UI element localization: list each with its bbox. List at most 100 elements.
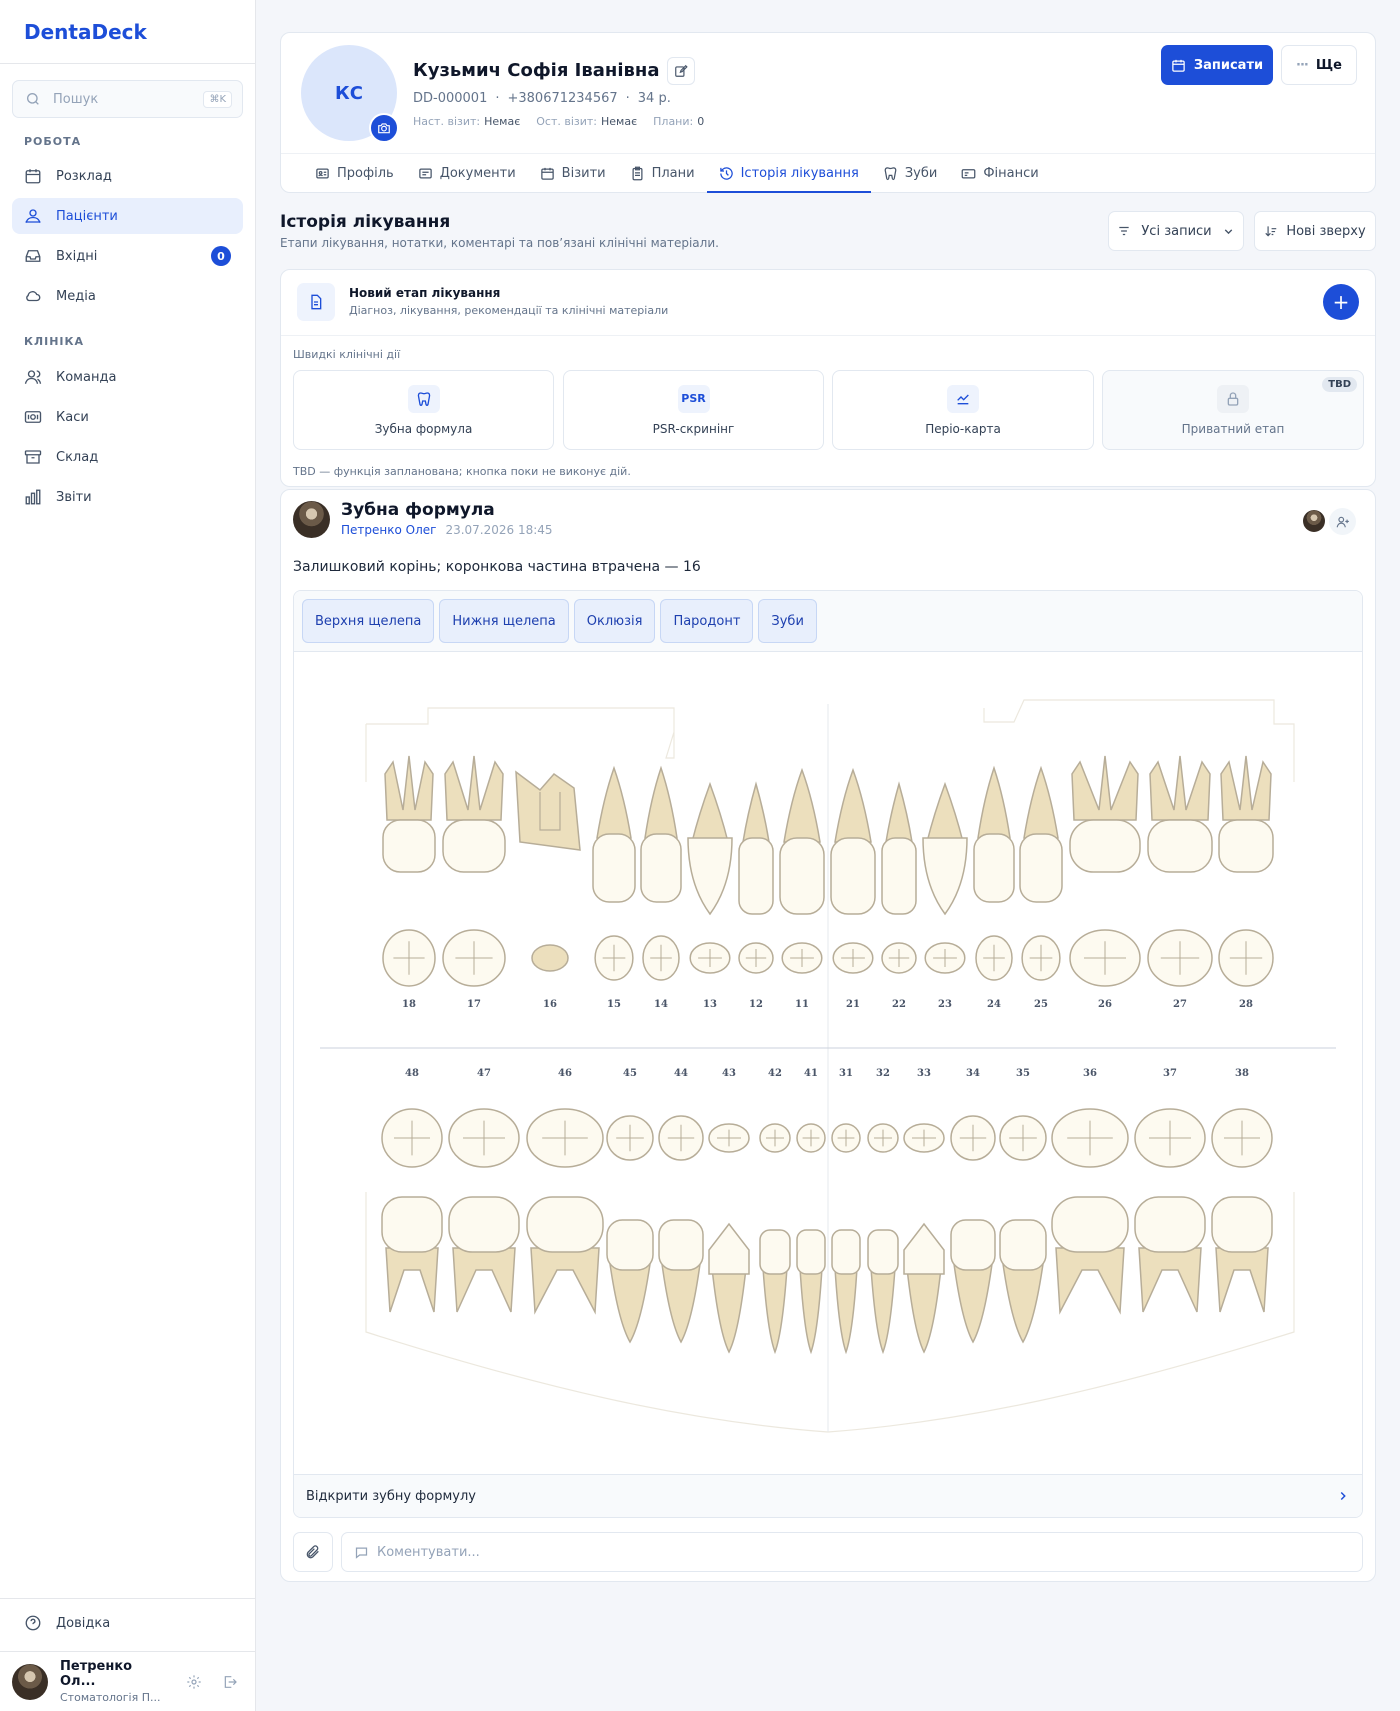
filter-dropdown[interactable]: Усі записи (1108, 211, 1244, 251)
plus-icon: + (1332, 290, 1350, 314)
tooth-icon (407, 384, 440, 413)
tab-treatment-history[interactable]: Історія лікування (706, 154, 872, 193)
tooth-18[interactable]: 18 (382, 755, 436, 1010)
sidebar-item-cash[interactable]: Каси (12, 399, 243, 435)
author-avatar (293, 501, 330, 538)
logout-icon[interactable] (222, 1674, 238, 1690)
book-appointment-button[interactable]: Записати (1161, 45, 1273, 85)
segment-occlusion[interactable]: Оклюзія (573, 599, 656, 643)
quick-action-tooth-chart[interactable]: Зубна формула (293, 370, 554, 450)
entry-datetime: 23.07.2026 18:45 (445, 523, 553, 537)
tooth-33[interactable]: 33 (903, 1068, 945, 1354)
quick-action-psr[interactable]: PSR PSR-скринінг (563, 370, 824, 450)
crown (381, 1196, 443, 1253)
search-input[interactable]: Пошук ⌘K (12, 80, 243, 118)
tooth-41[interactable]: 41 (796, 1068, 826, 1355)
tooth-24[interactable]: 24 (973, 765, 1015, 1010)
segment-teeth[interactable]: Зуби (758, 599, 817, 643)
sidebar-item-patients[interactable]: Пацієнти (12, 198, 243, 234)
tooth-25[interactable]: 25 (1019, 765, 1063, 1010)
settings-icon[interactable] (186, 1674, 202, 1690)
tooth-17[interactable]: 17 (442, 755, 506, 1010)
edit-patient-button[interactable] (667, 57, 695, 85)
comment-input[interactable]: Коментувати... (341, 1532, 1363, 1572)
tab-profile[interactable]: Профіль (303, 154, 406, 192)
tooth-number-22: 22 (892, 999, 906, 1010)
tooth-22[interactable]: 22 (881, 781, 917, 1010)
archive-icon (24, 450, 42, 464)
tooth-38[interactable]: 38 (1211, 1068, 1273, 1313)
tooth-28[interactable]: 28 (1218, 755, 1274, 1010)
upload-photo-button[interactable] (369, 113, 399, 143)
attach-button[interactable] (293, 1532, 333, 1572)
root (609, 1263, 651, 1344)
entry-author[interactable]: Петренко Олег (341, 523, 436, 537)
sidebar-item-warehouse[interactable]: Склад (12, 439, 243, 475)
tooth-26[interactable]: 26 (1069, 755, 1141, 1010)
crown (606, 1219, 654, 1271)
next-visit-value: Немає (484, 115, 521, 128)
section-clinic: КЛІНІКА (24, 335, 85, 348)
tab-documents[interactable]: Документи (406, 154, 528, 192)
tooth-46[interactable]: 46 (526, 1068, 604, 1315)
sidebar-item-team[interactable]: Команда (12, 359, 243, 395)
tooth-42[interactable]: 42 (759, 1068, 791, 1355)
tooth-34[interactable]: 34 (950, 1068, 996, 1344)
root (926, 781, 964, 843)
filter-label: Усі записи (1141, 223, 1212, 239)
tooth-number-38: 38 (1235, 1068, 1249, 1079)
more-button[interactable]: ··· Ще (1281, 45, 1357, 85)
tooth-15[interactable]: 15 (592, 765, 636, 1010)
root (977, 765, 1011, 839)
sidebar-item-help[interactable]: Довідка (12, 1605, 243, 1641)
tab-teeth[interactable]: Зуби (871, 154, 950, 192)
tooth-44[interactable]: 44 (658, 1068, 704, 1344)
tooth-number-33: 33 (917, 1068, 931, 1079)
tab-finance[interactable]: Фінанси (949, 154, 1050, 192)
tooth-12[interactable]: 12 (738, 781, 774, 1010)
sidebar-item-inbox[interactable]: Вхідні 0 (12, 238, 243, 274)
open-link-label: Відкрити зубну формулу (306, 1488, 476, 1504)
sidebar-item-reports[interactable]: Звіти (12, 479, 243, 515)
tooth-21[interactable]: 21 (830, 767, 876, 1010)
tooth-37[interactable]: 37 (1134, 1068, 1206, 1313)
tooth-14[interactable]: 14 (640, 765, 682, 1010)
tooth-31[interactable]: 31 (831, 1068, 861, 1355)
tooth-45[interactable]: 45 (606, 1068, 654, 1344)
tooth-32[interactable]: 32 (867, 1068, 899, 1355)
tooth-11[interactable]: 11 (779, 767, 825, 1010)
segment-upper-jaw[interactable]: Верхня щелепа (302, 599, 435, 643)
crown (796, 1229, 826, 1275)
sidebar-item-schedule[interactable]: Розклад (12, 158, 243, 194)
user-profile[interactable]: Петренко Ол... Стоматологія П... (0, 1651, 256, 1711)
tooth-36[interactable]: 36 (1051, 1068, 1129, 1315)
tab-visits[interactable]: Візити (528, 154, 618, 192)
open-tooth-chart-link[interactable]: Відкрити зубну формулу (294, 1474, 1362, 1517)
tooth-43[interactable]: 43 (708, 1068, 750, 1354)
add-stage-button[interactable]: + (1323, 284, 1359, 320)
sidebar-item-media[interactable]: Медіа (12, 278, 243, 314)
patient-phone[interactable]: +380671234567 (507, 91, 617, 106)
crown (973, 833, 1015, 903)
tooth-47[interactable]: 47 (448, 1068, 520, 1313)
crown (687, 837, 733, 916)
quick-action-perio[interactable]: Періо-карта (832, 370, 1094, 450)
documents-icon (418, 168, 432, 178)
tooth-35[interactable]: 35 (999, 1068, 1047, 1344)
tooth-number-18: 18 (402, 999, 416, 1010)
segment-lower-jaw[interactable]: Нижня щелепа (439, 599, 569, 643)
add-participant-button[interactable] (1329, 508, 1356, 535)
tooth-27[interactable]: 27 (1147, 755, 1213, 1010)
tooth-13[interactable]: 13 (687, 781, 733, 1010)
segment-periodontium[interactable]: Пародонт (660, 599, 754, 643)
tooth-48[interactable]: 48 (381, 1068, 443, 1313)
quick-action-private-stage[interactable]: Приватний етап TBD (1102, 370, 1364, 450)
sort-button[interactable]: Нові зверху (1254, 211, 1376, 251)
tooth-23[interactable]: 23 (922, 781, 968, 1010)
tooth-16[interactable]: 16 (515, 770, 581, 1010)
history-title: Історія лікування (280, 212, 451, 232)
tab-plans[interactable]: Плани (618, 154, 707, 192)
app-logo[interactable]: DentaDeck (0, 0, 255, 64)
crown (950, 1219, 996, 1271)
tooth-number-47: 47 (477, 1068, 491, 1079)
